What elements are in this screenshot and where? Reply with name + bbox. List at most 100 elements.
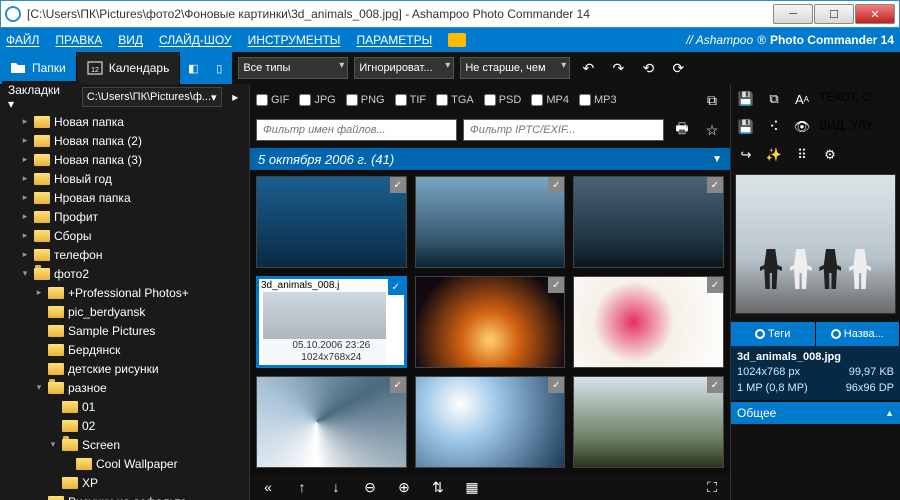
tab-folders[interactable]: Папки [0,52,77,84]
star-icon[interactable]: ☆ [700,118,724,142]
tree-node[interactable]: ▸Новая папка (3) [0,150,249,169]
folder-tree[interactable]: ▸Новая папка▸Новая папка (2)▸Новая папка… [0,110,249,500]
format-checkbox-jpg[interactable]: JPG [299,94,335,106]
tree-node[interactable]: Бердянск [0,340,249,359]
thumb-check-icon[interactable]: ✓ [390,177,406,193]
format-checkbox-gif[interactable]: GIF [256,94,289,106]
tab-tags[interactable]: Теги [731,322,816,346]
twisty-icon[interactable]: ▸ [34,287,44,298]
filename-filter-input[interactable] [256,119,457,141]
tree-node[interactable]: XP [0,473,249,492]
maximize-button[interactable]: ☐ [814,4,854,24]
redo2-icon[interactable]: ↪ [735,144,757,166]
bookmarks-dropdown[interactable]: Закладки ▾ [2,81,80,113]
format-checkbox-mp3[interactable]: MP3 [579,94,617,106]
thumb-item[interactable]: ✓ [573,176,724,268]
path-select[interactable]: C:\Users\ПК\Pictures\ф...▾ [82,87,222,107]
zoom-out-icon[interactable]: ⊖ [358,475,382,499]
print-icon[interactable]: 🖶 [670,118,694,142]
menu-edit[interactable]: ПРАВКА [55,33,102,47]
text-label[interactable]: ТЕКСТ, С [819,88,871,110]
format-checkbox-tif[interactable]: TIF [395,94,427,106]
twisty-icon[interactable]: ▸ [20,173,30,184]
path-go-icon[interactable]: ▸ [224,85,247,109]
zoom-in-icon[interactable]: ⊕ [392,475,416,499]
thumb-item[interactable]: ✓ [415,176,566,268]
thumb-item-selected[interactable]: 3d_animals_008.j ✓ 05.10.2006 23:261024x… [256,276,407,368]
section-general[interactable]: Общее▲ [731,402,900,424]
tab-calendar[interactable]: 12 Календарь [77,52,181,84]
layout-toggle-2[interactable]: ▯ [206,52,232,84]
tree-node[interactable]: ▾фото2 [0,264,249,283]
undo-icon[interactable]: ↶ [576,56,600,80]
tree-node[interactable]: 02 [0,416,249,435]
menu-view[interactable]: ВИД [118,33,143,47]
nav-up-icon[interactable]: ↑ [290,475,314,499]
tree-node[interactable]: pic_berdyansk [0,302,249,321]
twisty-icon[interactable]: ▸ [20,135,30,146]
thumb-check-icon[interactable]: ✓ [548,277,564,293]
twisty-icon[interactable]: ▸ [20,154,30,165]
filter-ignore-select[interactable]: Игнорироват... [354,57,454,79]
nav-first-icon[interactable]: « [256,475,280,499]
copy-icon[interactable]: ⧉ [700,88,724,112]
tree-node[interactable]: ▸+Professional Photos+ [0,283,249,302]
tree-node[interactable]: ▸Новая папка [0,112,249,131]
preview-image[interactable] [735,174,896,314]
menu-tools[interactable]: ИНСТРУМЕНТЫ [248,33,341,47]
rotate-right-icon[interactable]: ⟳ [666,56,690,80]
menu-file[interactable]: ФАЙЛ [6,33,39,47]
close-button[interactable]: ✕ [855,4,895,24]
thumb-item[interactable]: ✓ [573,376,724,468]
tree-node[interactable]: 01 [0,397,249,416]
tree-node[interactable]: Рисунки на асфальте [0,492,249,500]
thumb-item[interactable]: ✓ [256,376,407,468]
twisty-icon[interactable]: ▸ [20,211,30,222]
eye-icon[interactable]: 👁 [791,116,813,138]
thumb-check-icon[interactable]: ✓ [548,377,564,393]
thumb-item[interactable]: ✓ [573,276,724,368]
wand-icon[interactable]: ✨ [763,144,785,166]
thumb-check-icon[interactable]: ✓ [390,377,406,393]
tree-node[interactable]: детские рисунки [0,359,249,378]
gear-icon[interactable]: ⚙ [819,144,841,166]
tree-node[interactable]: Sample Pictures [0,321,249,340]
text-tool-icon[interactable]: AA [791,88,813,110]
menu-options[interactable]: ПАРАМЕТРЫ [356,33,432,47]
sort-icon[interactable]: ⇅ [426,475,450,499]
menu-slideshow[interactable]: СЛАЙД-ШОУ [159,33,232,47]
thumb-item[interactable]: ✓ [415,376,566,468]
tree-node[interactable]: ▸телефон [0,245,249,264]
twisty-icon[interactable]: ▾ [20,268,30,279]
tab-name[interactable]: Назва... [816,322,900,346]
save2-icon[interactable]: 💾 [735,116,757,138]
minimize-button[interactable]: ─ [773,4,813,24]
date-band[interactable]: 5 октября 2006 г. (41)▼ [250,148,730,170]
cart-icon[interactable] [448,33,466,47]
thumb-check-icon[interactable]: ✓ [388,279,404,295]
tree-node[interactable]: ▸Сборы [0,226,249,245]
redo-icon[interactable]: ↷ [606,56,630,80]
thumb-item[interactable]: ✓ [415,276,566,368]
crop-icon[interactable]: ⧉ [763,88,785,110]
twisty-icon[interactable]: ▸ [20,230,30,241]
filter-type-select[interactable]: Все типы [238,57,348,79]
tree-node[interactable]: ▸Новый год [0,169,249,188]
thumb-check-icon[interactable]: ✓ [707,277,723,293]
share-icon[interactable]: ⠪ [763,116,785,138]
view-label[interactable]: ВИД, УЛУ [819,116,873,138]
tree-node[interactable]: Cool Wallpaper [0,454,249,473]
tree-node[interactable]: ▾Screen [0,435,249,454]
thumb-check-icon[interactable]: ✓ [707,377,723,393]
iptc-filter-input[interactable] [463,119,664,141]
filter-age-select[interactable]: Не старше, чем [460,57,570,79]
format-checkbox-png[interactable]: PNG [346,94,385,106]
format-checkbox-mp4[interactable]: MP4 [531,94,569,106]
thumb-check-icon[interactable]: ✓ [707,177,723,193]
format-checkbox-psd[interactable]: PSD [484,94,522,106]
format-checkbox-tga[interactable]: TGA [436,94,474,106]
twisty-icon[interactable]: ▸ [20,192,30,203]
tree-node[interactable]: ▸Профит [0,207,249,226]
tree-node[interactable]: ▸Нровая папка [0,188,249,207]
twisty-icon[interactable]: ▸ [20,116,30,127]
